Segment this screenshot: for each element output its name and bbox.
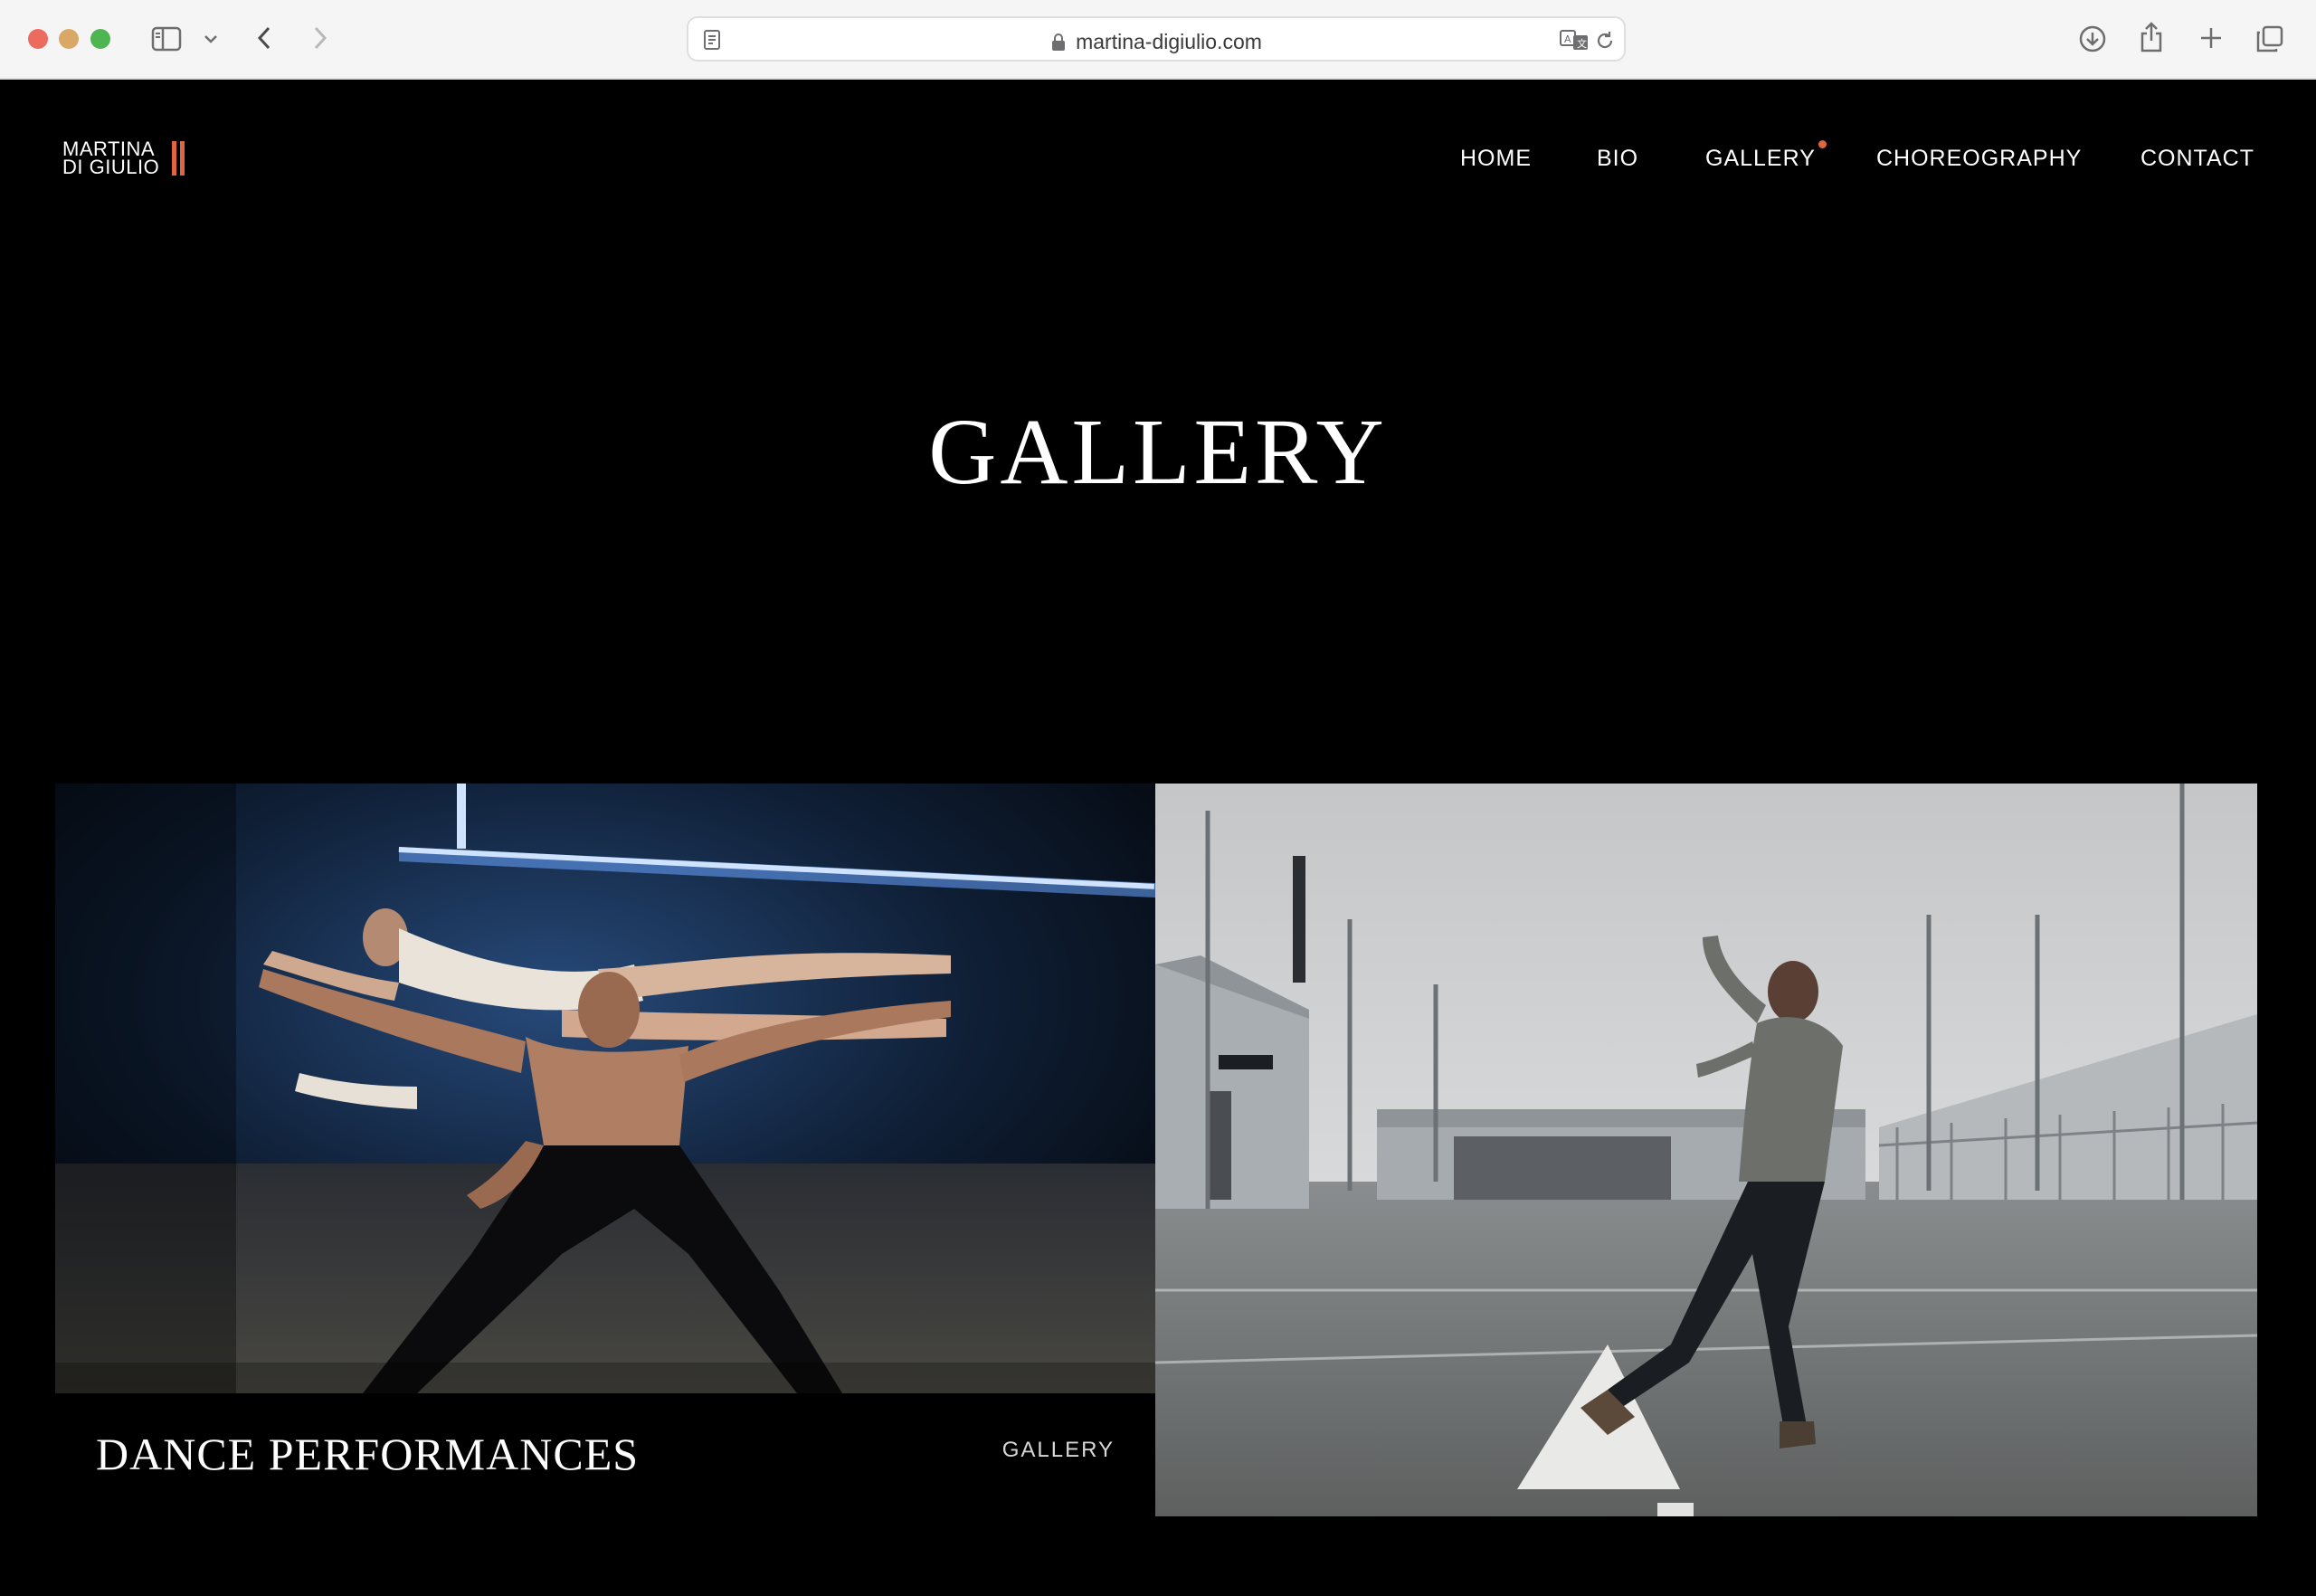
address-bar[interactable]: martina-digiulio.com A文 — [687, 16, 1626, 62]
nav-bio[interactable]: BIO — [1597, 146, 1638, 172]
lock-icon — [1050, 33, 1067, 52]
svg-text:文: 文 — [1577, 37, 1587, 50]
nav-gallery[interactable]: GALLERY — [1705, 140, 1827, 172]
tab-overview-icon[interactable] — [2254, 24, 2285, 54]
translate-icon[interactable]: A文 — [1559, 28, 1591, 52]
back-icon[interactable] — [253, 24, 275, 52]
gallery-card-dance-performances[interactable] — [55, 784, 1155, 1393]
browser-toolbar: martina-digiulio.com A文 — [0, 0, 2316, 80]
active-indicator-dot — [1818, 140, 1827, 148]
nav-gallery-label: GALLERY — [1705, 146, 1816, 171]
downloads-icon[interactable] — [2077, 24, 2108, 54]
sidebar-toggle-icon[interactable] — [150, 24, 183, 54]
minimize-window-button[interactable] — [59, 29, 79, 49]
forward-icon[interactable] — [309, 24, 331, 52]
gallery-card-category[interactable]: GALLERY — [1002, 1438, 1115, 1463]
new-tab-icon[interactable] — [2197, 24, 2226, 52]
svg-text:A: A — [1564, 33, 1571, 45]
reload-icon[interactable] — [1593, 29, 1617, 52]
nav-home[interactable]: HOME — [1460, 146, 1532, 172]
share-icon[interactable] — [2137, 20, 2166, 54]
nav-contact[interactable]: CONTACT — [2140, 146, 2254, 172]
gallery-card-title[interactable]: DANCE PERFORMANCES — [96, 1428, 639, 1480]
page-title: GALLERY — [928, 400, 1388, 504]
nav-choreography[interactable]: CHOREOGRAPHY — [1876, 146, 2082, 172]
url-text: martina-digiulio.com — [1076, 30, 1262, 53]
gallery-card-urban-dance[interactable] — [1155, 784, 2257, 1516]
dance-performance-photo — [55, 784, 1155, 1393]
gallery-card-caption: DANCE PERFORMANCES GALLERY — [55, 1395, 1155, 1516]
chevron-down-icon[interactable] — [201, 29, 221, 49]
main-nav: HOME BIO GALLERY CHOREOGRAPHY CONTACT — [0, 140, 2316, 173]
site-header: MARTINA DI GIULIO HOME BIO GALLERY CHORE… — [0, 80, 2316, 242]
close-window-button[interactable] — [28, 29, 48, 49]
zoom-window-button[interactable] — [90, 29, 110, 49]
urban-dance-photo — [1155, 784, 2257, 1516]
